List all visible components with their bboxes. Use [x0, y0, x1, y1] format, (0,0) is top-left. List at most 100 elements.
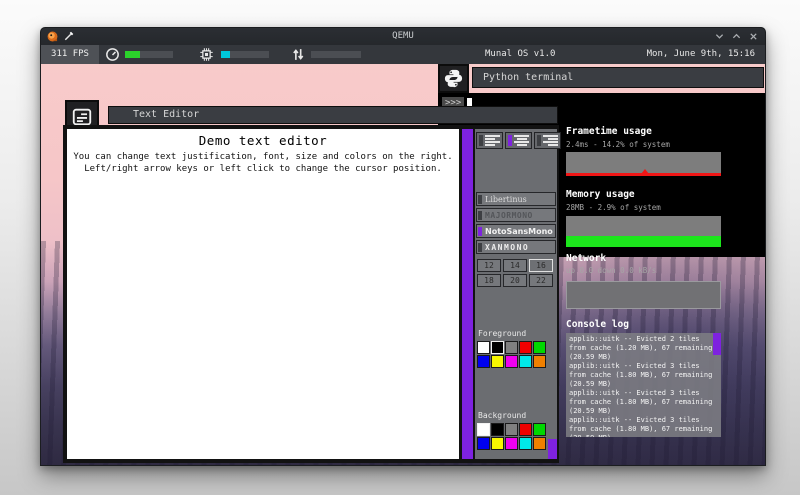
editor-settings-panel: Libertinus MAJORMONO NotoSansMono X: [475, 129, 557, 459]
network-gauge-bar: [311, 51, 361, 58]
cpu-gauge-icon: [199, 47, 214, 62]
bg-swatch[interactable]: [533, 437, 546, 450]
text-editor-title: Text Editor: [133, 109, 199, 120]
python-terminal-titlebar[interactable]: Python terminal: [472, 67, 764, 88]
close-icon[interactable]: [749, 32, 758, 41]
fg-swatch[interactable]: [477, 341, 490, 354]
align-center-button[interactable]: [505, 132, 532, 149]
foreground-label: Foreground: [478, 329, 526, 338]
python-terminal-title: Python terminal: [483, 72, 573, 83]
frametime-title: Frametime usage: [566, 126, 736, 137]
console-log-box: applib::uitk -- Evicted 2 tiles from cac…: [566, 333, 721, 437]
font-selected-indicator: [478, 227, 482, 236]
bg-swatch[interactable]: [477, 437, 490, 450]
clock-label: Mon, June 9th, 15:16: [647, 45, 755, 64]
console-log-entry: applib::uitk -- Evicted 3 tiles from cac…: [569, 416, 720, 437]
text-editor-titlebar[interactable]: Text Editor: [108, 106, 558, 124]
munal-desktop: Python terminal >>> Frametime usage 2.4m…: [41, 64, 766, 466]
size-button[interactable]: 22: [529, 274, 553, 287]
fg-swatch[interactable]: [533, 355, 546, 368]
frametime-subtitle: 2.4ms - 14.2% of system: [566, 140, 746, 149]
network-graph: [566, 281, 721, 309]
size-button[interactable]: 18: [477, 274, 501, 287]
qemu-window: QEMU 311 FPS: [40, 27, 766, 466]
size-button-selected[interactable]: 16: [529, 259, 553, 272]
bg-swatch[interactable]: [519, 423, 532, 436]
fps-counter: 311 FPS: [41, 45, 99, 64]
frametime-gauge-fill: [125, 51, 140, 58]
fg-swatch[interactable]: [491, 355, 504, 368]
qemu-window-title: QEMU: [41, 28, 765, 45]
font-label: XANMONO: [485, 243, 529, 252]
background-label: Background: [478, 411, 526, 420]
os-version-label: Munal OS v1.0: [485, 45, 555, 64]
bg-swatch-selected[interactable]: [477, 423, 490, 436]
memory-title: Memory usage: [566, 189, 736, 200]
align-right-indicator: [537, 135, 541, 146]
align-center-icon: [514, 135, 529, 146]
fg-swatch[interactable]: [519, 355, 532, 368]
frametime-graph-spike: [641, 169, 649, 174]
justification-buttons: [476, 132, 556, 149]
editor-heading: Demo text editor: [67, 133, 459, 148]
font-label: NotoSansMono: [485, 227, 553, 236]
font-option-libertinus[interactable]: Libertinus: [476, 192, 556, 206]
font-selected-indicator: [478, 211, 482, 220]
foreground-color-grid: [477, 341, 549, 368]
console-log-title: Console log: [566, 319, 736, 330]
bg-swatch[interactable]: [505, 423, 518, 436]
os-status-bar: 311 FPS: [41, 45, 765, 64]
size-button[interactable]: 12: [477, 259, 501, 272]
fg-swatch[interactable]: [505, 341, 518, 354]
fg-swatch[interactable]: [477, 355, 490, 368]
align-left-button[interactable]: [476, 132, 503, 149]
python-icon: [443, 68, 464, 89]
fg-swatch[interactable]: [505, 355, 518, 368]
editor-line: You can change text justification, font,…: [67, 151, 459, 163]
align-left-indicator: [479, 135, 483, 146]
bg-swatch[interactable]: [491, 423, 504, 436]
fg-swatch[interactable]: [519, 341, 532, 354]
host-desktop: QEMU 311 FPS: [0, 0, 800, 495]
editor-line: Left/right arrow keys or left click to c…: [67, 163, 459, 175]
font-selected-indicator: [478, 195, 482, 204]
align-left-icon: [485, 135, 500, 146]
memory-graph-bar: [566, 236, 721, 247]
background-color-grid: [477, 423, 549, 450]
font-label: MAJORMONO: [485, 211, 533, 220]
frametime-gauge-bar: [125, 51, 173, 58]
panel-scrollbar-thumb[interactable]: [548, 439, 557, 459]
editor-scrollbar[interactable]: [462, 129, 473, 459]
qemu-titlebar[interactable]: QEMU: [41, 28, 765, 45]
memory-graph: [566, 216, 721, 247]
network-subtitle: up 0.0 down 0.0 kB/s: [566, 266, 746, 275]
font-label: Libertinus: [485, 195, 527, 204]
minimize-icon[interactable]: [715, 32, 724, 41]
console-log-entry: applib::uitk -- Evicted 3 tiles from cac…: [569, 389, 720, 416]
bg-swatch[interactable]: [505, 437, 518, 450]
network-title: Network: [566, 253, 736, 264]
bg-swatch[interactable]: [491, 437, 504, 450]
font-option-majormono[interactable]: MAJORMONO: [476, 208, 556, 222]
font-option-xanmono[interactable]: XANMONO: [476, 240, 556, 254]
fg-swatch-selected[interactable]: [491, 341, 504, 354]
maximize-icon[interactable]: [732, 32, 741, 41]
align-right-button[interactable]: [534, 132, 561, 149]
bg-swatch[interactable]: [519, 437, 532, 450]
frametime-gauge-icon: [105, 47, 120, 62]
font-selected-indicator: [478, 243, 482, 252]
font-option-notosansmono[interactable]: NotoSansMono: [476, 224, 556, 238]
console-scrollbar-thumb[interactable]: [713, 333, 721, 355]
python-terminal-app-button[interactable]: [438, 64, 469, 93]
size-button[interactable]: 14: [503, 259, 527, 272]
fg-swatch[interactable]: [533, 341, 546, 354]
editor-text-area[interactable]: Demo text editor You can change text jus…: [67, 129, 459, 459]
font-list: Libertinus MAJORMONO NotoSansMono X: [476, 192, 556, 256]
bg-swatch[interactable]: [533, 423, 546, 436]
console-log-entry: applib::uitk -- Evicted 2 tiles from cac…: [569, 335, 720, 362]
console-log-entry: applib::uitk -- Evicted 3 tiles from cac…: [569, 362, 720, 389]
align-center-indicator: [508, 135, 512, 146]
size-button[interactable]: 20: [503, 274, 527, 287]
font-size-grid: 12 14 16 18 20 22: [477, 259, 555, 289]
network-gauge-icon: [291, 47, 305, 62]
